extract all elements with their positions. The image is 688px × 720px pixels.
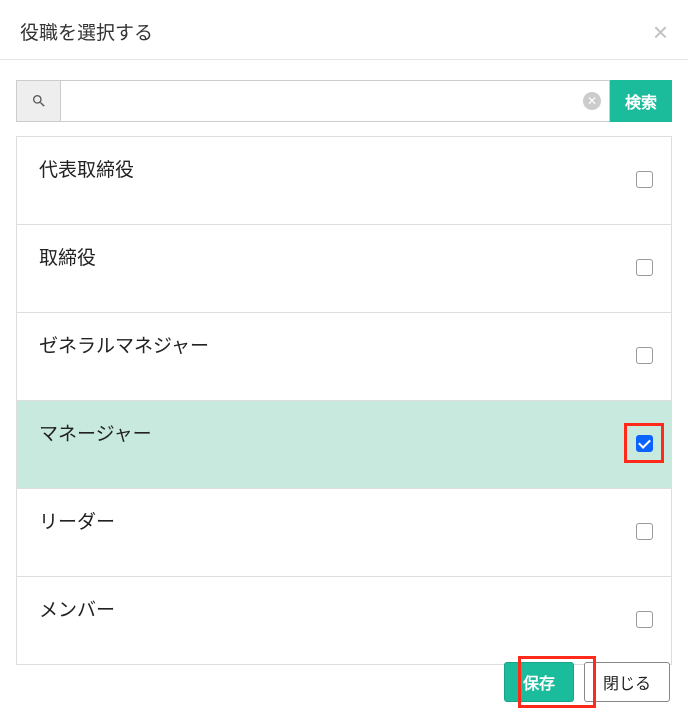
modal-footer: 保存 閉じる [504, 662, 670, 702]
list-item[interactable]: メンバー [17, 577, 671, 664]
list-item[interactable]: マネージャー [17, 401, 671, 489]
search-icon [16, 80, 60, 122]
list-item-label: メンバー [39, 595, 115, 622]
modal-header: 役職を選択する × [0, 0, 688, 60]
clear-search-icon[interactable]: ✕ [583, 92, 601, 110]
close-button[interactable]: 閉じる [584, 662, 670, 702]
search-button[interactable]: 検索 [610, 80, 672, 122]
list-item-checkbox[interactable] [636, 347, 653, 364]
close-icon[interactable]: × [653, 19, 668, 45]
search-input[interactable] [61, 81, 609, 121]
list-item-checkbox[interactable] [636, 611, 653, 628]
save-button[interactable]: 保存 [504, 662, 574, 702]
search-bar: ✕ 検索 [16, 80, 672, 122]
role-select-modal: 役職を選択する × ✕ 検索 代表取締役取締役ゼネラルマネジャーマネージャーリー… [0, 0, 688, 720]
list-item[interactable]: 取締役 [17, 225, 671, 313]
list-item[interactable]: 代表取締役 [17, 137, 671, 225]
list-item[interactable]: リーダー [17, 489, 671, 577]
list-item[interactable]: ゼネラルマネジャー [17, 313, 671, 401]
list-item-checkbox[interactable] [636, 171, 653, 188]
role-list: 代表取締役取締役ゼネラルマネジャーマネージャーリーダーメンバー [16, 136, 672, 665]
list-item-label: 取締役 [39, 243, 96, 270]
list-item-label: ゼネラルマネジャー [39, 331, 209, 358]
list-item-checkbox[interactable] [636, 259, 653, 276]
list-item-checkbox[interactable] [636, 523, 653, 540]
modal-content: ✕ 検索 代表取締役取締役ゼネラルマネジャーマネージャーリーダーメンバー [0, 60, 688, 665]
list-item-label: マネージャー [39, 419, 152, 446]
modal-title: 役職を選択する [20, 18, 153, 45]
list-item-label: リーダー [39, 507, 115, 534]
list-item-label: 代表取締役 [39, 155, 134, 182]
list-item-checkbox[interactable] [636, 435, 653, 452]
search-input-wrap: ✕ [60, 80, 610, 122]
